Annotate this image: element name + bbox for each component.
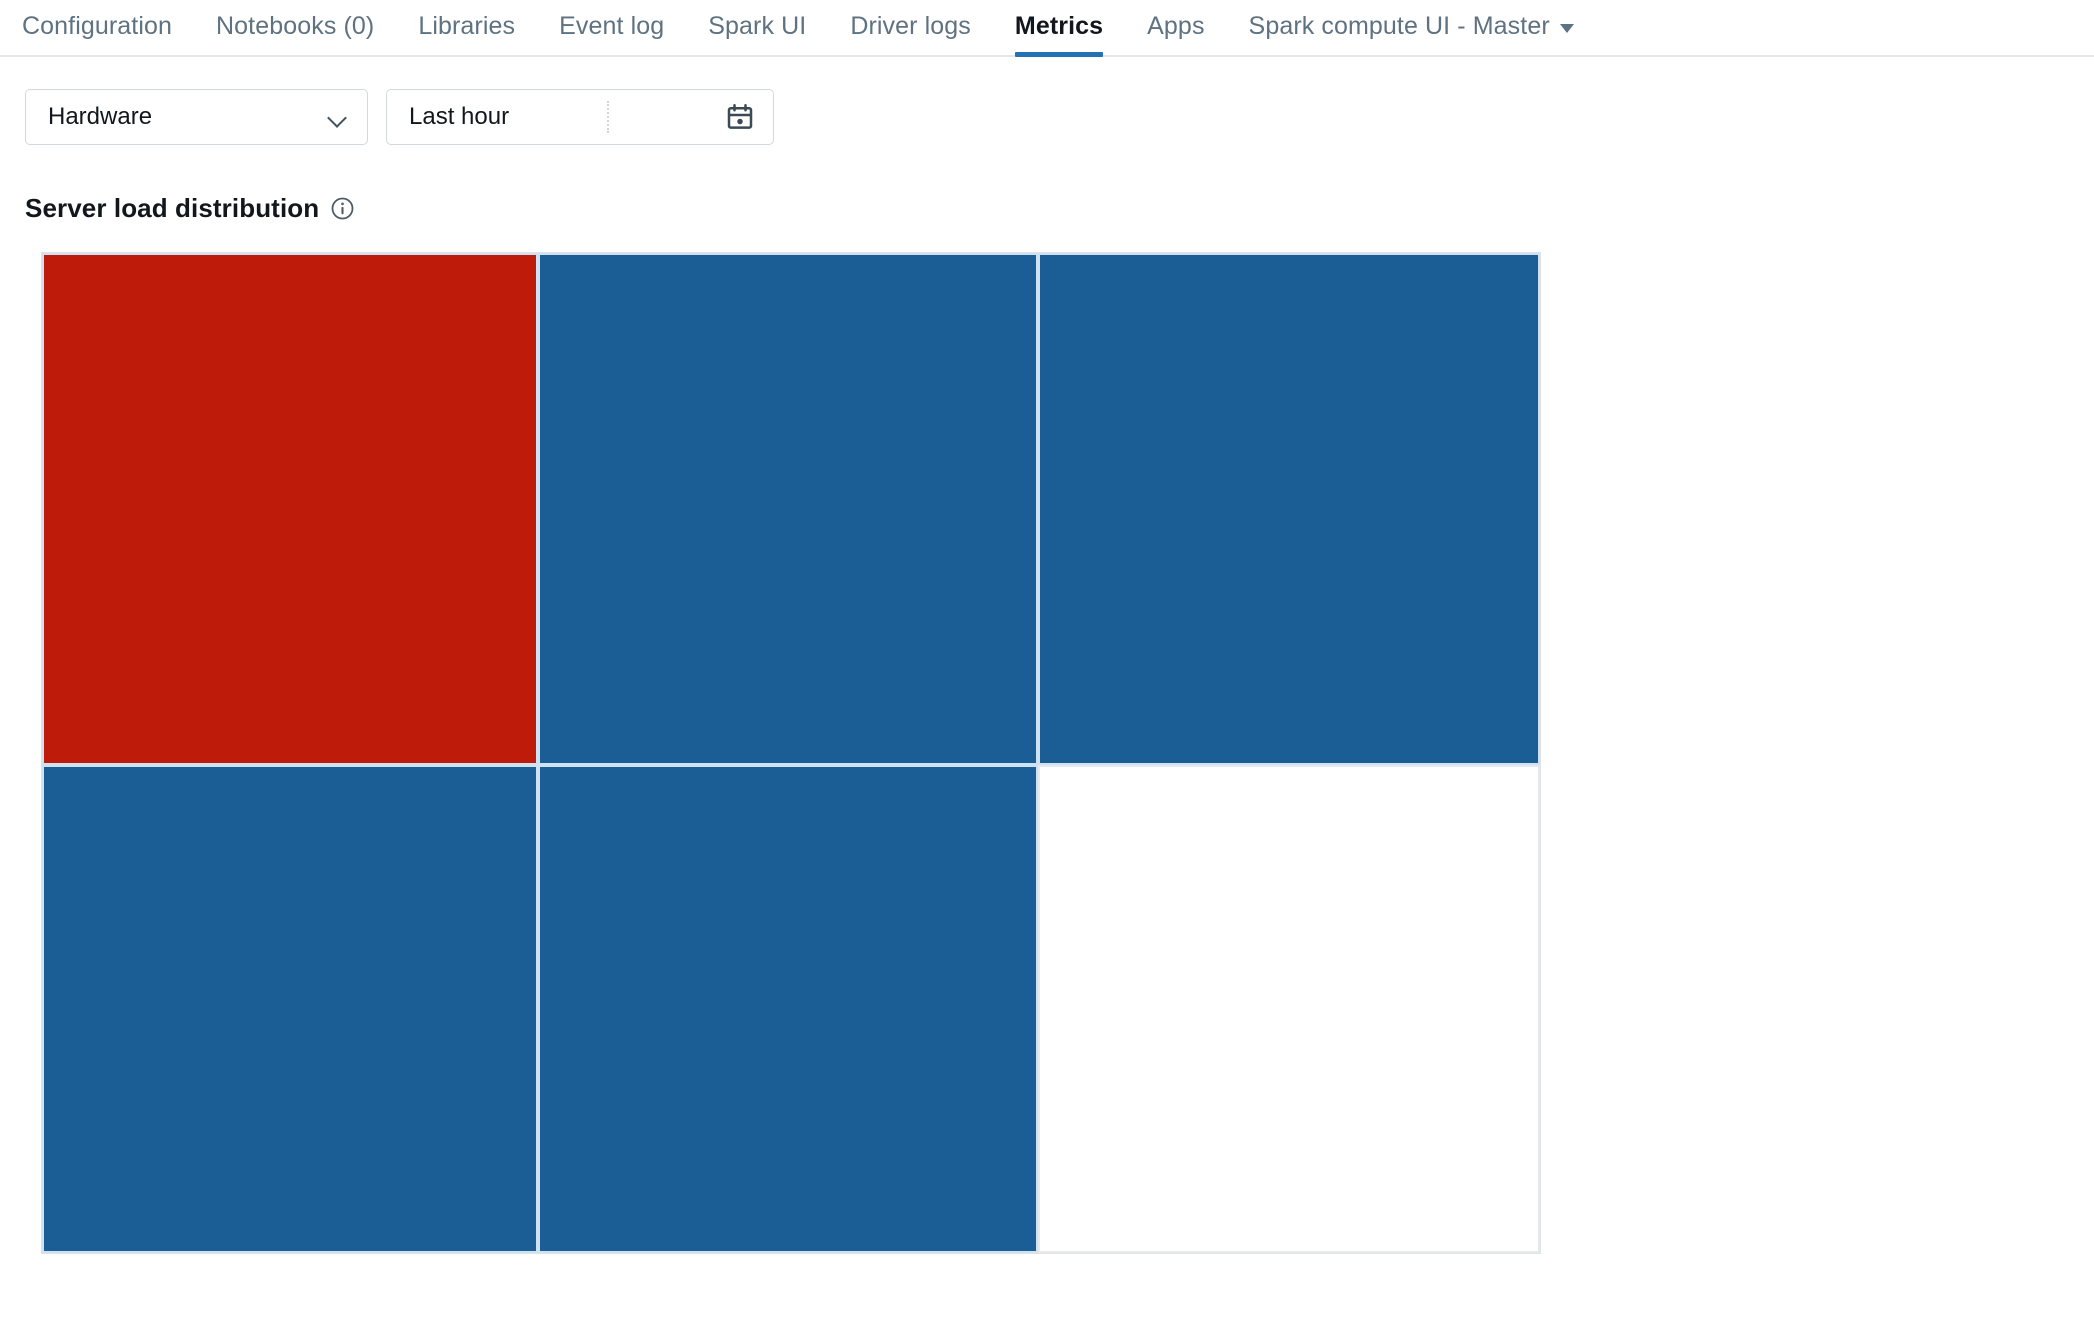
tab-event-log[interactable]: Event log	[559, 14, 664, 55]
tab-label: Apps	[1147, 12, 1205, 40]
section-header: Server load distribution	[0, 145, 2094, 224]
tab-libraries[interactable]: Libraries	[418, 14, 515, 55]
calendar-icon	[727, 103, 753, 129]
tab-spark-compute-ui-master[interactable]: Spark compute UI - Master	[1249, 14, 1574, 55]
tab-label: Notebooks (0)	[216, 12, 375, 40]
tab-configuration[interactable]: Configuration	[22, 14, 172, 55]
treemap-cell-r1-c2[interactable]	[1038, 765, 1540, 1253]
tab-metrics[interactable]: Metrics	[1014, 12, 1104, 57]
time-range-value: Last hour	[409, 103, 510, 130]
tab-label: Configuration	[22, 12, 173, 40]
tab-bar: Configuration Notebooks (0) Libraries Ev…	[0, 0, 2094, 57]
page-title: Server load distribution	[25, 193, 320, 223]
metric-group-select[interactable]: Hardware	[25, 89, 368, 145]
filter-toolbar: Hardware Last hour	[0, 57, 2094, 145]
treemap-cell-r1-c1[interactable]	[537, 765, 1039, 1253]
tab-driver-logs[interactable]: Driver logs	[850, 14, 971, 55]
metric-group-value: Hardware	[48, 103, 153, 130]
treemap-cell-r1-c0[interactable]	[42, 765, 538, 1253]
tab-label: Spark UI	[708, 12, 807, 40]
time-range-picker[interactable]: Last hour	[386, 89, 774, 145]
divider	[606, 101, 610, 133]
tab-label: Metrics	[1014, 12, 1104, 40]
tab-apps[interactable]: Apps	[1147, 14, 1204, 55]
chevron-down-icon	[327, 106, 349, 128]
chart-container	[0, 224, 2094, 1254]
tab-label: Driver logs	[850, 12, 971, 40]
calendar-button[interactable]	[707, 102, 773, 132]
caret-down-icon	[1559, 24, 1574, 33]
tab-notebooks[interactable]: Notebooks (0)	[216, 14, 374, 55]
tab-label: Libraries	[418, 12, 516, 40]
treemap-cell-r0-c0[interactable]	[42, 253, 538, 765]
treemap-cell-r0-c1[interactable]	[537, 253, 1039, 765]
tab-spark-ui[interactable]: Spark UI	[708, 14, 806, 55]
server-load-treemap[interactable]	[41, 252, 1541, 1254]
treemap-cell-r0-c2[interactable]	[1038, 253, 1540, 765]
info-icon[interactable]	[330, 196, 355, 221]
tab-label: Event log	[559, 12, 665, 40]
tab-label: Spark compute UI - Master	[1248, 12, 1550, 40]
